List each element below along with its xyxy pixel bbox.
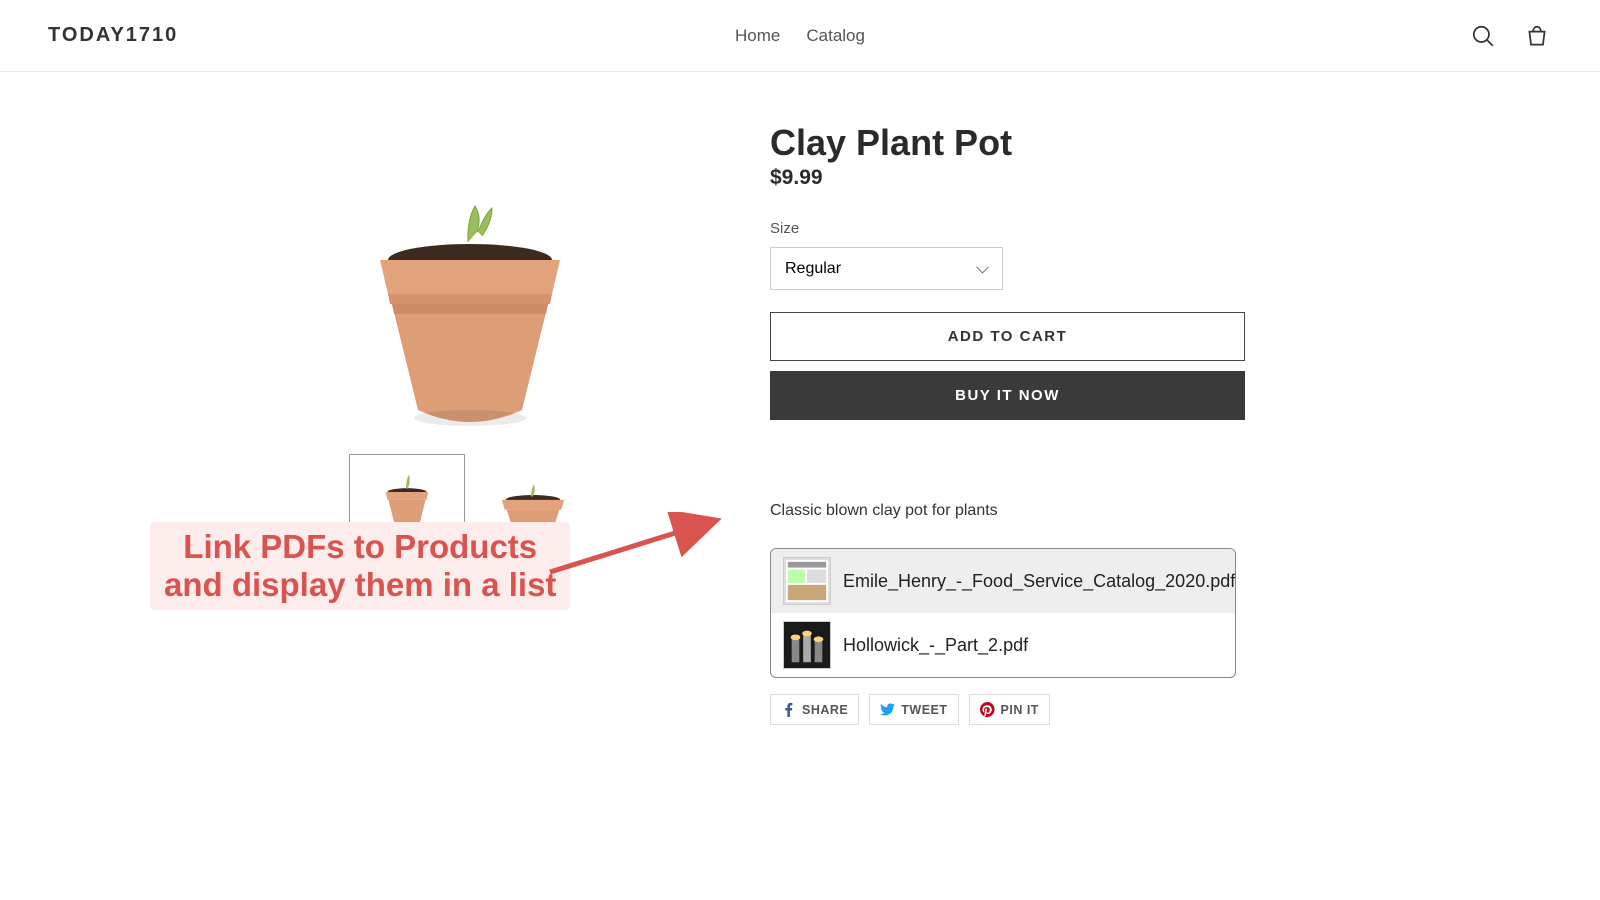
annotation-line2: and display them in a list: [164, 566, 556, 603]
thumbnail-1[interactable]: [349, 454, 465, 534]
pdf-filename: Emile_Henry_-_Food_Service_Catalog_2020.…: [843, 571, 1235, 592]
share-twitter-button[interactable]: TWEET: [869, 694, 958, 725]
pdf-item-2[interactable]: Hollowick_-_Part_2.pdf: [771, 613, 1235, 677]
share-facebook-button[interactable]: SHARE: [770, 694, 859, 725]
product-page: Link PDFs to Products and display them i…: [0, 72, 1600, 725]
twitter-icon: [880, 702, 895, 717]
nav-home[interactable]: Home: [735, 26, 780, 46]
product-gallery: Link PDFs to Products and display them i…: [230, 122, 710, 725]
product-info: Clay Plant Pot $9.99 Size Regular ADD TO…: [770, 122, 1290, 725]
pdf-thumbnail-icon: [783, 621, 831, 669]
annotation-callout: Link PDFs to Products and display them i…: [150, 522, 570, 610]
search-icon[interactable]: [1468, 21, 1498, 51]
pdf-attachment-list: Emile_Henry_-_Food_Service_Catalog_2020.…: [770, 548, 1236, 678]
size-select[interactable]: Regular: [770, 247, 1003, 290]
facebook-icon: [781, 702, 796, 717]
pdf-thumbnail-icon: [783, 557, 831, 605]
pdf-filename: Hollowick_-_Part_2.pdf: [843, 635, 1028, 656]
size-label: Size: [770, 220, 1290, 237]
product-description: Classic blown clay pot for plants: [770, 502, 1290, 520]
header-actions: [1468, 21, 1552, 51]
nav-catalog[interactable]: Catalog: [806, 26, 865, 46]
add-to-cart-button[interactable]: ADD TO CART: [770, 312, 1245, 361]
product-price: $9.99: [770, 166, 1290, 190]
share-buttons: SHARE TWEET PIN IT: [770, 694, 1290, 725]
product-main-image: [230, 122, 710, 442]
product-thumbnails: [230, 454, 710, 534]
product-title: Clay Plant Pot: [770, 122, 1290, 164]
site-header: TODAY1710 Home Catalog: [0, 0, 1600, 72]
thumbnail-2[interactable]: [475, 454, 591, 534]
site-logo[interactable]: TODAY1710: [48, 24, 178, 47]
pdf-item-1[interactable]: Emile_Henry_-_Food_Service_Catalog_2020.…: [771, 549, 1235, 613]
pinterest-icon: [980, 702, 995, 717]
share-pinterest-button[interactable]: PIN IT: [969, 694, 1050, 725]
size-select-wrap: Regular: [770, 247, 1003, 290]
buy-now-button[interactable]: BUY IT NOW: [770, 371, 1245, 420]
cart-icon[interactable]: [1522, 21, 1552, 51]
main-nav: Home Catalog: [735, 26, 865, 46]
